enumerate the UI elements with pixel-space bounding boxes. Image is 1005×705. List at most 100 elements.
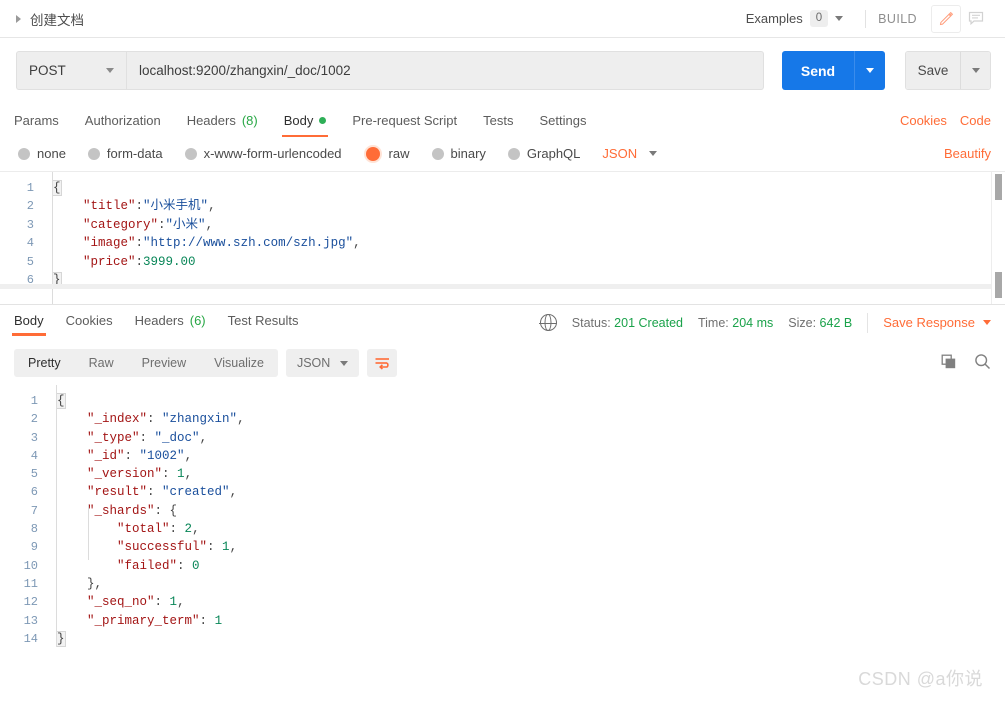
view-preview[interactable]: Preview (128, 349, 200, 377)
tab-params[interactable]: Params (14, 113, 59, 137)
examples-count-badge: 0 (809, 10, 829, 27)
tab-label: Authorization (84, 113, 161, 128)
view-pretty[interactable]: Pretty (14, 349, 75, 377)
send-button[interactable]: Send (782, 51, 854, 90)
top-toolbar-right: Examples 0 BUILD (746, 4, 991, 33)
raw-format-select[interactable]: JSON (602, 146, 658, 161)
response-view-segmented: Pretty Raw Preview Visualize (14, 349, 278, 377)
response-indent-guide (88, 505, 89, 560)
code-link[interactable]: Code (960, 113, 991, 128)
http-method-select[interactable]: POST (16, 51, 126, 90)
time-field: Time: 204 ms (698, 316, 773, 330)
body-present-dot-icon (319, 117, 327, 124)
body-type-none[interactable]: none (18, 146, 66, 161)
headers-count: (8) (241, 113, 258, 128)
body-type-binary[interactable]: binary (431, 146, 486, 161)
breadcrumb-label: 创建文档 (30, 12, 84, 28)
code-text: "result": "created", (87, 485, 238, 500)
tab-tests[interactable]: Tests (483, 113, 513, 137)
body-type-label: raw (388, 146, 410, 161)
tab-headers[interactable]: Headers (8) (187, 113, 258, 137)
request-editor-hscrollbar[interactable] (0, 284, 993, 289)
code-text: "image":"http://www.szh.com/szh.jpg", (83, 236, 361, 251)
response-tab-headers[interactable]: Headers (6) (135, 313, 206, 336)
vscrollbar-thumb-top[interactable] (995, 174, 1002, 200)
send-options-button[interactable] (854, 51, 885, 90)
vscrollbar-thumb-bottom[interactable] (995, 272, 1002, 298)
view-raw[interactable]: Raw (75, 349, 128, 377)
url-value: localhost:9200/zhangxin/_doc/1002 (139, 63, 351, 78)
request-tab-bar: Params Authorization Headers (8) Body Pr… (0, 103, 1005, 137)
response-body-editor[interactable]: 1{2 "_index": "zhangxin", 3 "_type": "_do… (0, 385, 1005, 655)
response-tab-body[interactable]: Body (12, 313, 46, 336)
save-response-button[interactable]: Save Response (883, 315, 991, 330)
response-view-toolbar: Pretty Raw Preview Visualize JSON (0, 343, 1005, 385)
build-button[interactable]: BUILD (878, 12, 931, 26)
request-body-editor[interactable]: 1{2 "title":"小米手机", 3 "category":"小米", 4 "… (0, 172, 1005, 305)
code-line: 4 "image":"http://www.szh.com/szh.jpg", (0, 234, 1005, 252)
tab-pre-request-script[interactable]: Pre-request Script (352, 113, 457, 137)
response-format-select[interactable]: JSON (285, 349, 360, 377)
view-visualize[interactable]: Visualize (200, 349, 278, 377)
radio-icon (184, 147, 197, 160)
code-text: "title":"小米手机", (83, 199, 216, 214)
code-line: 14} (0, 630, 1005, 648)
code-text: "failed": 0 (117, 558, 200, 573)
chevron-down-icon[interactable] (835, 16, 844, 21)
beautify-button[interactable]: Beautify (944, 146, 991, 161)
code-line: 3 "_type": "_doc", (0, 429, 1005, 447)
line-number: 4 (30, 448, 38, 463)
breadcrumb[interactable]: 创建文档 (16, 9, 84, 29)
code-line: 11 }, (0, 575, 1005, 593)
copy-button[interactable] (941, 354, 958, 373)
response-tab-test-results[interactable]: Test Results (228, 313, 299, 336)
copy-icon (941, 354, 956, 368)
code-line: 9 "successful": 1, (0, 538, 1005, 556)
code-line: 4 "_id": "1002", (0, 447, 1005, 465)
radio-selected-icon (363, 144, 382, 163)
body-type-row: none form-data x-www-form-urlencoded raw… (0, 137, 1005, 172)
chevron-down-icon[interactable] (106, 68, 114, 73)
code-text: "_shards": { (87, 503, 178, 518)
body-type-urlencoded[interactable]: x-www-form-urlencoded (184, 146, 342, 161)
code-text: "_primary_term": 1 (87, 613, 223, 628)
url-input[interactable]: localhost:9200/zhangxin/_doc/1002 (126, 51, 764, 90)
request-code-lines: 1{2 "title":"小米手机", 3 "category":"小米", 4 "… (0, 172, 1005, 289)
status-field: Status: 201 Created (572, 316, 683, 330)
top-toolbar: 创建文档 Examples 0 BUILD (0, 0, 1005, 38)
line-number: 2 (26, 199, 34, 214)
response-tab-cookies[interactable]: Cookies (66, 313, 113, 336)
cookies-link[interactable]: Cookies (900, 113, 947, 128)
tab-label: Headers (186, 113, 236, 128)
size-value: 642 B (819, 315, 853, 330)
request-editor-vscrollbar[interactable] (991, 172, 1005, 304)
body-type-graphql[interactable]: GraphQL (507, 146, 580, 161)
response-toolbar-right (941, 353, 991, 373)
code-line: 2 "_index": "zhangxin", (0, 410, 1005, 428)
body-type-raw[interactable]: raw (363, 144, 410, 163)
code-line: 8 "total": 2, (0, 520, 1005, 538)
save-response-label: Save Response (883, 315, 975, 330)
comment-button[interactable] (961, 5, 991, 33)
examples-dropdown[interactable]: Examples 0 (746, 10, 853, 27)
code-text: "_index": "zhangxin", (87, 412, 245, 427)
body-type-label: none (37, 146, 66, 161)
tab-label: Body (283, 113, 314, 128)
save-options-button[interactable] (960, 52, 990, 89)
save-button[interactable]: Save (906, 52, 960, 89)
tab-authorization[interactable]: Authorization (85, 113, 161, 137)
edit-button[interactable] (931, 4, 961, 33)
search-button[interactable] (974, 353, 991, 373)
body-type-form-data[interactable]: form-data (87, 146, 163, 161)
word-wrap-button[interactable] (367, 349, 398, 377)
tab-body[interactable]: Body (281, 113, 328, 137)
comment-icon (968, 11, 984, 26)
examples-label: Examples (745, 11, 803, 26)
status-label: Status: (571, 315, 611, 330)
chevron-down-icon (340, 360, 349, 366)
raw-format-value: JSON (602, 146, 638, 161)
tab-settings[interactable]: Settings (539, 113, 586, 137)
expand-triangle-icon[interactable] (16, 14, 21, 23)
code-line: 5 "_version": 1, (0, 465, 1005, 483)
tab-label: Tests (483, 113, 514, 128)
